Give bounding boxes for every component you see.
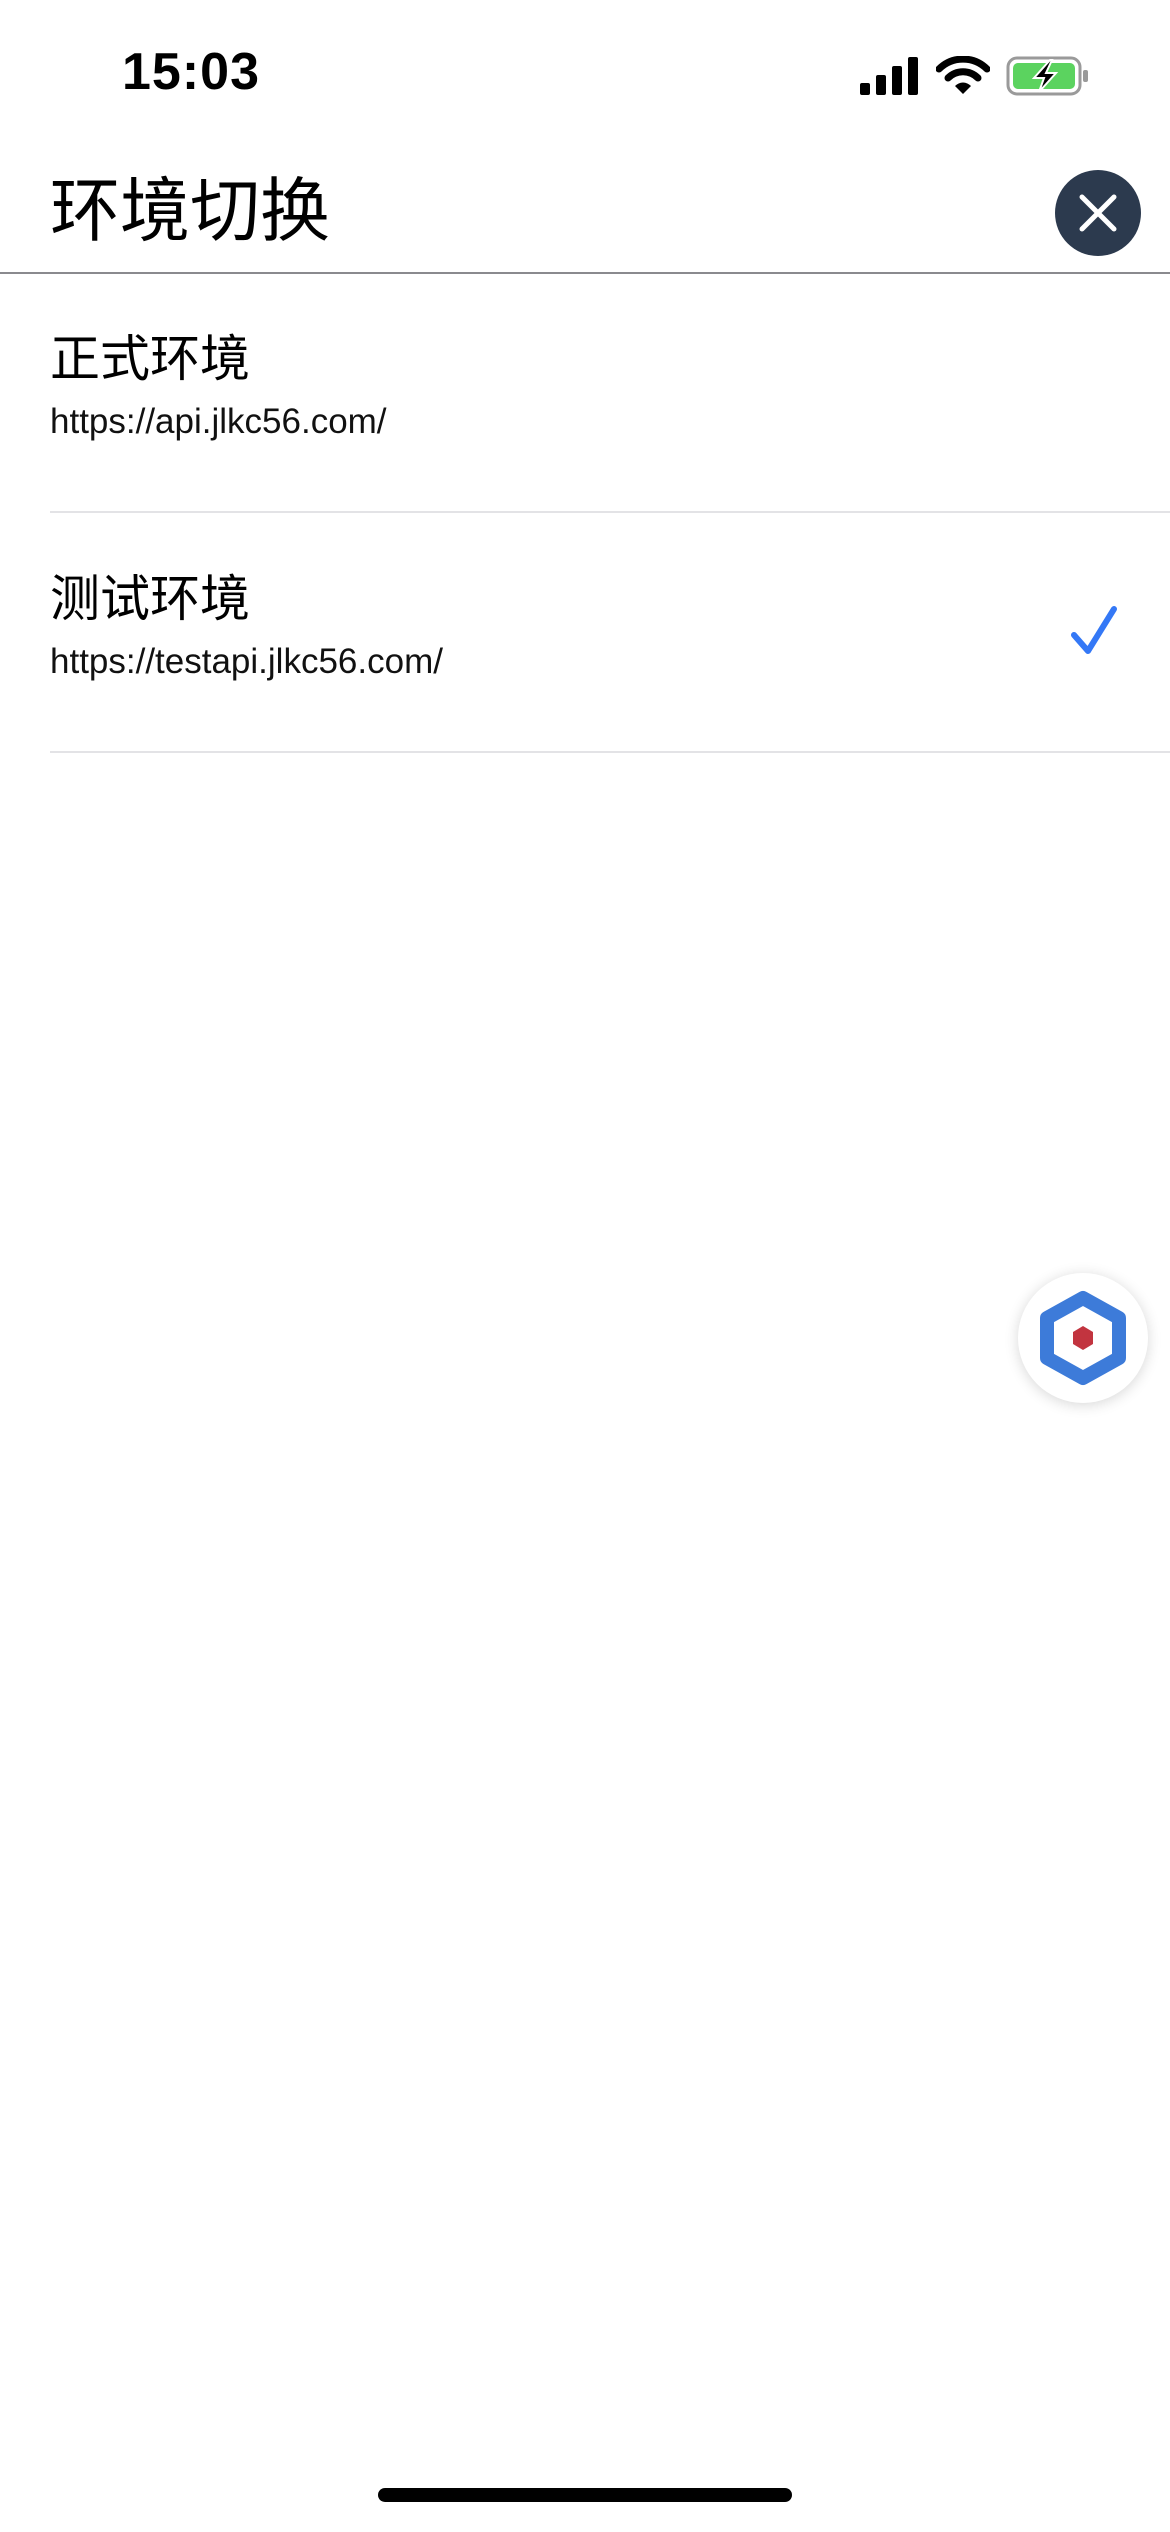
environment-item-production[interactable]: 正式环境 https://api.jlkc56.com/: [50, 273, 1170, 513]
close-icon: [1079, 194, 1117, 232]
debug-hexagon-icon: [1040, 1291, 1126, 1385]
status-time: 15:03: [122, 43, 260, 101]
debug-floating-button[interactable]: [1018, 1273, 1148, 1403]
environment-url: https://testapi.jlkc56.com/: [50, 642, 443, 681]
close-button[interactable]: [1055, 170, 1141, 256]
environment-item-test[interactable]: 测试环境 https://testapi.jlkc56.com/: [50, 513, 1170, 753]
environment-name: 正式环境: [50, 330, 250, 388]
home-indicator[interactable]: [378, 2488, 792, 2502]
environment-list: 正式环境 https://api.jlkc56.com/ 测试环境 https:…: [0, 273, 1170, 753]
status-icons: [860, 55, 1090, 100]
checkmark-icon: [1070, 605, 1118, 661]
header: 环境切换: [0, 150, 1170, 274]
status-bar: 15:03: [0, 0, 1170, 150]
wifi-icon: [935, 55, 991, 100]
page-title: 环境切换: [50, 170, 330, 252]
environment-url: https://api.jlkc56.com/: [50, 402, 387, 441]
battery-charging-icon: [1006, 56, 1090, 100]
cellular-signal-icon: [860, 57, 920, 99]
environment-name: 测试环境: [50, 570, 250, 628]
